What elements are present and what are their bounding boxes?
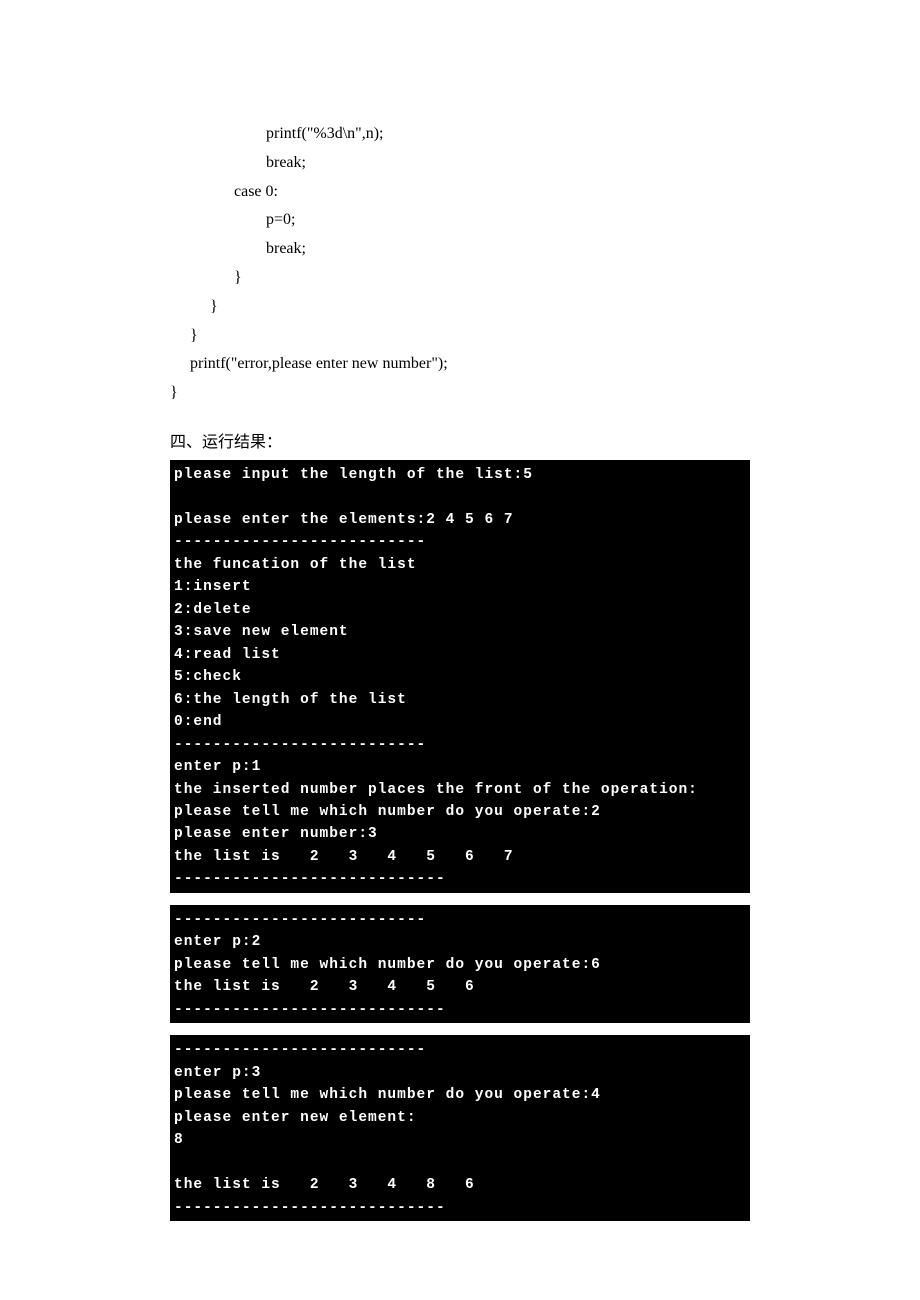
section-heading-results: 四、运行结果： [170, 428, 750, 452]
terminal-output-1: please input the length of the list:5 pl… [170, 460, 750, 893]
terminal-output-2: -------------------------- enter p:2 ple… [170, 905, 750, 1023]
document-page: printf("%3d\n",n); break; case 0: p=0; b… [0, 0, 920, 1293]
source-code: printf("%3d\n",n); break; case 0: p=0; b… [170, 120, 750, 408]
terminal-output-3: -------------------------- enter p:3 ple… [170, 1035, 750, 1221]
